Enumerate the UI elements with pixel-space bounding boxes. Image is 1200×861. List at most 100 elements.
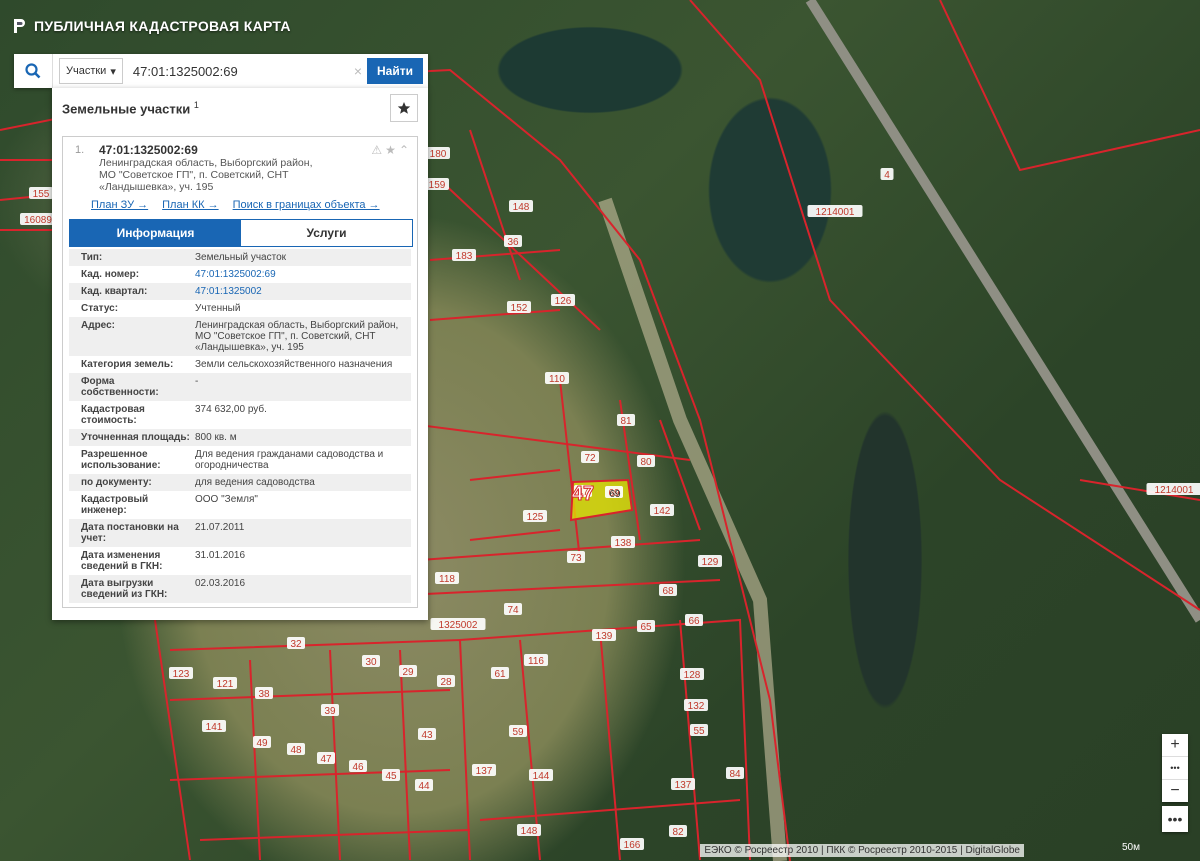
parcel-label[interactable]: 126 bbox=[555, 296, 572, 307]
info-value[interactable]: 47:01:1325002 bbox=[191, 286, 411, 297]
info-row: Дата постановки на учет: 21.07.2011 bbox=[69, 519, 411, 547]
find-button[interactable]: Найти bbox=[367, 58, 423, 84]
zoom-in-button[interactable]: + bbox=[1162, 734, 1188, 757]
parcel-label[interactable]: 47 bbox=[320, 754, 332, 765]
parcel-label[interactable]: 59 bbox=[512, 727, 524, 738]
info-key: Адрес: bbox=[81, 320, 115, 331]
zoom-dots-icon[interactable]: ••• bbox=[1162, 757, 1188, 780]
pkk-logo-icon bbox=[14, 19, 25, 33]
warning-icon[interactable]: ⚠ bbox=[371, 143, 382, 157]
parcel-label[interactable]: 82 bbox=[672, 827, 684, 838]
parcel-label[interactable]: 43 bbox=[421, 730, 433, 741]
parcel-label[interactable]: 55 bbox=[693, 726, 705, 737]
parcel-label[interactable]: 152 bbox=[511, 303, 528, 314]
tab-services[interactable]: Услуги bbox=[241, 220, 412, 246]
parcel-label[interactable]: 110 bbox=[549, 374, 565, 385]
parcel-label[interactable]: 144 bbox=[533, 771, 550, 782]
info-tabs: Информация Услуги bbox=[69, 219, 413, 247]
parcel-label[interactable]: 121 bbox=[217, 679, 234, 690]
parcel-label[interactable]: 49 bbox=[256, 738, 268, 749]
results-header: Земельные участки 1 bbox=[52, 88, 428, 128]
parcel-label[interactable]: 30 bbox=[365, 657, 377, 668]
parcel-label[interactable]: 74 bbox=[507, 605, 519, 616]
search-input[interactable] bbox=[130, 59, 349, 83]
info-table: Тип: Земельный участок Кад. номер: 47:01:13… bbox=[69, 249, 411, 603]
star-icon[interactable]: ★ bbox=[385, 143, 396, 157]
parcel-label[interactable]: 66 bbox=[688, 616, 700, 627]
search-type-select[interactable]: Участки ▾ bbox=[59, 58, 123, 84]
collapse-chevron-icon[interactable]: ⌃ bbox=[399, 143, 409, 157]
parcel-label[interactable]: 1214001 bbox=[816, 207, 855, 218]
parcel-label[interactable]: 129 bbox=[702, 557, 719, 568]
link-search-in-bounds[interactable]: Поиск в границах объекта → bbox=[233, 199, 380, 211]
parcel-label[interactable]: 116 bbox=[528, 656, 544, 667]
parcel-label[interactable]: 80 bbox=[640, 457, 652, 468]
parcel-label[interactable]: 132 bbox=[688, 701, 705, 712]
parcel-label[interactable]: 1325002 bbox=[439, 620, 478, 631]
search-type-label: Участки bbox=[66, 65, 107, 77]
parcel-label[interactable]: 73 bbox=[570, 553, 582, 564]
info-key: Кад. номер: bbox=[81, 269, 140, 280]
parcel-label[interactable]: 139 bbox=[596, 631, 613, 642]
parcel-label[interactable]: 48 bbox=[290, 745, 302, 756]
info-value: 374 632,00 руб. bbox=[195, 404, 267, 415]
parcel-label[interactable]: 148 bbox=[513, 202, 530, 213]
parcel-label[interactable]: 159 bbox=[429, 180, 446, 191]
parcel-label[interactable]: 128 bbox=[684, 670, 701, 681]
parcel-label[interactable]: 118 bbox=[439, 574, 455, 585]
parcel-label[interactable]: 16089 bbox=[24, 215, 52, 226]
result-cad-id[interactable]: 47:01:1325002:69 bbox=[99, 143, 409, 157]
parcel-label[interactable]: 68 bbox=[662, 586, 674, 597]
parcel-label[interactable]: 141 bbox=[206, 722, 223, 733]
result-number: 1. bbox=[75, 144, 85, 156]
parcel-label[interactable]: 29 bbox=[402, 667, 414, 678]
parcel-label[interactable]: 84 bbox=[729, 769, 741, 780]
link-plan-zu[interactable]: План ЗУ → bbox=[91, 199, 148, 211]
tab-information[interactable]: Информация bbox=[70, 220, 241, 246]
parcel-label[interactable]: 1214001 bbox=[1155, 485, 1194, 496]
info-row: по документу: для ведения садоводства bbox=[69, 474, 411, 491]
parcel-label[interactable]: 4 bbox=[884, 170, 890, 181]
parcel-label[interactable]: 155 bbox=[33, 189, 50, 200]
results-count: 1 bbox=[193, 99, 199, 110]
result-links: План ЗУ → План КК → Поиск в границах объ… bbox=[91, 199, 417, 211]
result-card[interactable]: 1. 47:01:1325002:69 Ленинградская област… bbox=[62, 136, 418, 608]
parcel-label[interactable]: 38 bbox=[258, 689, 270, 700]
parcel-label[interactable]: 183 bbox=[456, 251, 473, 262]
search-icon[interactable] bbox=[14, 54, 53, 88]
info-value: 02.03.2016 bbox=[195, 578, 246, 589]
highlighted-parcel-label[interactable]: 69 bbox=[609, 489, 621, 500]
parcel-label[interactable]: 137 bbox=[675, 780, 692, 791]
parcel-label[interactable]: 125 bbox=[527, 512, 544, 523]
parcel-label[interactable]: 142 bbox=[654, 506, 671, 517]
parcel-label[interactable]: 46 bbox=[352, 762, 364, 773]
parcel-label[interactable]: 36 bbox=[507, 237, 519, 248]
info-value[interactable]: 47:01:1325002:69 bbox=[191, 269, 411, 280]
favorite-star-icon[interactable] bbox=[390, 94, 418, 122]
parcel-label[interactable]: 61 bbox=[494, 669, 506, 680]
parcel-label[interactable]: 28 bbox=[440, 677, 452, 688]
more-tools-button[interactable]: ••• bbox=[1162, 806, 1188, 832]
parcel-label[interactable]: 72 bbox=[584, 453, 596, 464]
info-row: Кадастровая стоимость: 374 632,00 руб. bbox=[69, 401, 411, 429]
parcel-label[interactable]: 166 bbox=[624, 840, 641, 851]
parcel-label[interactable]: 123 bbox=[173, 669, 190, 680]
parcel-label[interactable]: 180 bbox=[430, 149, 447, 160]
scale-label: 50м bbox=[1122, 842, 1140, 853]
parcel-label[interactable]: 81 bbox=[620, 416, 632, 427]
parcel-label[interactable]: 148 bbox=[521, 826, 538, 837]
parcel-label[interactable]: 45 bbox=[385, 771, 397, 782]
parcel-label[interactable]: 44 bbox=[418, 781, 430, 792]
info-key: Разрешенное использование: bbox=[81, 449, 161, 471]
parcel-label[interactable]: 65 bbox=[640, 622, 652, 633]
info-value: ООО "Земля" bbox=[195, 494, 258, 505]
parcel-label[interactable]: 137 bbox=[476, 766, 493, 777]
parcel-label[interactable]: 138 bbox=[615, 538, 632, 549]
copyright: ЕЭКО © Росреестр 2010 | ПКК © Росреестр … bbox=[700, 844, 1024, 857]
parcel-label[interactable]: 39 bbox=[324, 706, 336, 717]
clear-icon[interactable]: × bbox=[349, 63, 367, 79]
link-plan-kk[interactable]: План КК → bbox=[162, 199, 218, 211]
zoom-out-button[interactable]: − bbox=[1162, 780, 1188, 802]
info-row: Дата выгрузки сведений из ГКН: 02.03.2016 bbox=[69, 575, 411, 603]
parcel-label[interactable]: 32 bbox=[290, 639, 302, 650]
